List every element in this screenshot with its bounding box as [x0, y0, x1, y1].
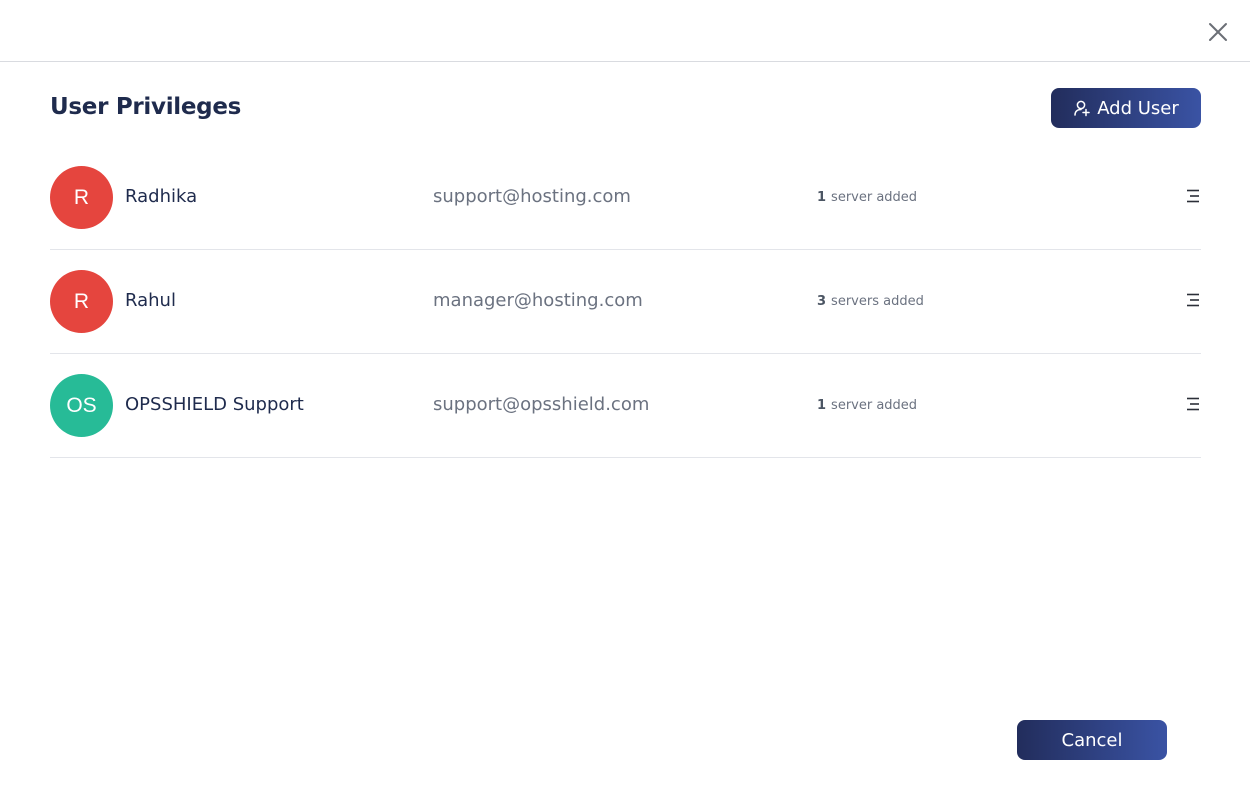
row-menu-button[interactable]	[1185, 292, 1201, 308]
user-name: Radhika	[125, 186, 198, 207]
add-user-button[interactable]: Add User	[1051, 88, 1201, 128]
menu-lines-icon	[1187, 293, 1199, 307]
add-user-label: Add User	[1097, 97, 1179, 119]
server-count: 1	[817, 398, 827, 413]
cancel-button[interactable]: Cancel	[1017, 720, 1167, 760]
row-menu-button[interactable]	[1185, 396, 1201, 412]
avatar: R	[50, 270, 113, 333]
user-row: R Radhika support@hosting.com 1 server ad…	[50, 146, 1201, 250]
modal-header: User Privileges Add User	[50, 88, 1201, 128]
server-label: servers added	[831, 294, 924, 309]
user-email: manager@hosting.com	[433, 290, 643, 311]
user-name: Rahul	[125, 290, 176, 311]
user-name: OPSSHIELD Support	[125, 394, 304, 415]
user-email: support@opsshield.com	[433, 394, 650, 415]
row-menu-button[interactable]	[1185, 188, 1201, 204]
server-info: 1 server added	[817, 190, 917, 205]
user-email: support@hosting.com	[433, 186, 631, 207]
user-list: R Radhika support@hosting.com 1 server ad…	[50, 146, 1201, 458]
server-info: 3 servers added	[817, 294, 924, 309]
close-icon	[1209, 23, 1227, 41]
avatar-initials: R	[73, 185, 90, 209]
avatar: OS	[50, 374, 113, 437]
menu-lines-icon	[1187, 397, 1199, 411]
server-label: server added	[831, 190, 918, 205]
user-row: R Rahul manager@hosting.com 3 servers add…	[50, 250, 1201, 354]
server-info: 1 server added	[817, 398, 917, 413]
user-privileges-modal: User Privileges Add User R Radhika suppo…	[0, 0, 1250, 810]
user-row: OS OPSSHIELD Support support@opsshield.c…	[50, 354, 1201, 458]
avatar-initials: R	[73, 289, 90, 313]
close-button[interactable]	[1206, 20, 1230, 44]
menu-lines-icon	[1187, 189, 1199, 203]
server-count: 3	[817, 294, 827, 309]
avatar-initials: OS	[66, 393, 97, 417]
page-title: User Privileges	[50, 94, 242, 120]
server-label: server added	[831, 398, 918, 413]
modal-top-bar	[0, 0, 1250, 62]
server-count: 1	[817, 190, 827, 205]
user-plus-icon	[1074, 100, 1090, 117]
avatar: R	[50, 166, 113, 229]
